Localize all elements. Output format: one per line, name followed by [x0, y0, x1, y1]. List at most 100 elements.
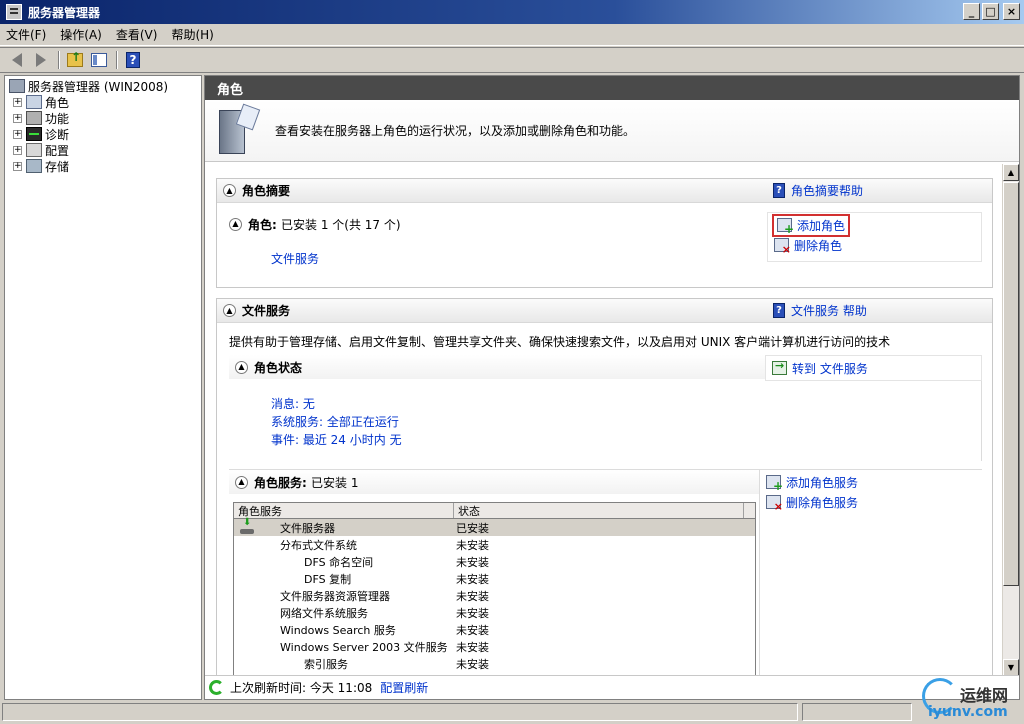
expand-icon[interactable]: +: [13, 129, 22, 139]
list-item[interactable]: DFS 命名空间 未安装: [234, 553, 755, 570]
list-item[interactable]: Windows Search 服务 未安装: [234, 621, 755, 638]
collapse-icon[interactable]: ▲: [235, 475, 248, 489]
file-services-help-link[interactable]: ? 文件服务 帮助: [773, 302, 867, 319]
remove-roles-link[interactable]: 删除角色: [768, 235, 981, 256]
expand-icon[interactable]: +: [13, 113, 22, 123]
installed-role-link-file-services[interactable]: 文件服务: [271, 250, 319, 267]
last-refresh-text: 上次刷新时间: 今天 11:08: [230, 681, 373, 695]
role-service-status: 未安装: [456, 538, 489, 552]
remove-role-service-icon: [766, 495, 783, 513]
collapse-icon[interactable]: ▲: [223, 304, 236, 317]
expand-icon[interactable]: +: [13, 161, 22, 171]
column-header-status[interactable]: 状态: [454, 503, 744, 518]
role-services-subsection: ▲ 角色服务: 已安装 1 添加角色服务 删除角色服务 角色服务: [229, 469, 982, 676]
role-service-name: 分布式文件系统: [280, 538, 357, 552]
menu-action[interactable]: 操作(A): [60, 26, 102, 43]
add-roles-highlight[interactable]: 添加角色: [771, 213, 851, 237]
file-services-section: ▲ 文件服务 ? 文件服务 帮助 提供有助于管理存储、启用文件复制、管理共享文件…: [216, 298, 993, 676]
watermark-cn: 运维网: [960, 686, 1009, 705]
list-rows: 文件服务器已安装分布式文件系统未安装DFS 命名空间未安装DFS 复制未安装文件…: [234, 517, 755, 676]
goto-file-services-link[interactable]: 转到 文件服务: [766, 358, 981, 378]
menu-bar: 文件(F) 操作(A) 查看(V) 帮助(H): [0, 24, 1024, 46]
role-service-name: DFS 复制: [304, 572, 352, 586]
tree-item-configuration[interactable]: + 配置: [5, 142, 201, 158]
add-role-service-icon: [766, 475, 783, 493]
menu-view[interactable]: 查看(V): [116, 26, 158, 43]
collapse-icon[interactable]: ▲: [229, 217, 242, 231]
add-role-services-link[interactable]: 添加角色服务: [760, 472, 982, 493]
list-item[interactable]: 文件服务器资源管理器 未安装: [234, 587, 755, 604]
window-title: 服务器管理器: [28, 5, 101, 20]
role-service-name: Windows Search 服务: [280, 623, 396, 637]
pane-header: 角色: [205, 76, 1019, 100]
menu-file[interactable]: 文件(F): [6, 26, 46, 43]
tree-item-roles[interactable]: + 角色: [5, 93, 201, 111]
back-button[interactable]: [6, 49, 28, 71]
system-services-link[interactable]: 系统服务: 全部正在运行: [271, 413, 399, 430]
show-hide-tree-button[interactable]: [88, 49, 110, 71]
column-header-role-service[interactable]: 角色服务: [234, 503, 454, 518]
help-icon: ?: [126, 52, 140, 68]
tree-item-diagnostics[interactable]: + 诊断: [5, 126, 201, 142]
list-item[interactable]: 文件服务器 已安装: [234, 517, 755, 536]
help-button[interactable]: ?: [122, 49, 144, 71]
remove-role-icon: [774, 238, 791, 256]
title-bar: 服务器管理器 _ □ ×: [0, 0, 1024, 24]
diagnostics-icon: [26, 127, 42, 141]
window-controls: _ □ ×: [963, 3, 1020, 20]
close-button[interactable]: ×: [1003, 3, 1020, 20]
events-link[interactable]: 事件: 最近 24 小时内 无: [271, 431, 402, 448]
file-services-header: ▲ 文件服务 ? 文件服务 帮助: [217, 299, 992, 323]
role-services-list: 角色服务 状态 文件服务器已安装分布式文件系统未安装DFS 命名空间未安装DFS…: [233, 502, 756, 676]
list-item[interactable]: 索引服务 未安装: [234, 655, 755, 672]
watermark-logo: 运维网 iyunv.com: [918, 676, 1022, 722]
tree-item-storage[interactable]: + 存储: [5, 158, 201, 174]
tree-root[interactable]: 服务器管理器 (WIN2008): [5, 78, 201, 94]
folder-up-icon: [67, 50, 83, 67]
scroll-down-button[interactable]: ▼: [1003, 659, 1019, 676]
refresh-icon[interactable]: [209, 680, 224, 695]
pane-scroll-area: ▲ 角色摘要 ? 角色摘要帮助 ▲ 角色: 已安装 1 个(共 17 个) 文件…: [205, 164, 1003, 676]
minimize-button[interactable]: _: [963, 3, 980, 20]
roles-subsection: ▲ 角色: 已安装 1 个(共 17 个) 文件服务 添加角色 删除角色: [223, 212, 982, 276]
role-service-status: 未安装: [456, 640, 489, 654]
menu-help[interactable]: 帮助(H): [171, 26, 213, 43]
scroll-thumb[interactable]: [1003, 182, 1019, 586]
configure-refresh-link[interactable]: 配置刷新: [380, 679, 428, 696]
maximize-button[interactable]: □: [982, 3, 999, 20]
role-service-name: Windows Server 2003 文件服务: [280, 640, 448, 654]
server-roles-icon: [217, 103, 261, 156]
configuration-icon: [26, 143, 42, 157]
toolbar-separator: [116, 51, 118, 69]
forward-button[interactable]: [30, 49, 52, 71]
role-service-name: 文件服务器: [280, 521, 335, 535]
scroll-up-button[interactable]: ▲: [1003, 164, 1019, 181]
list-item[interactable]: Windows Server 2003 文件服务 未安装: [234, 638, 755, 655]
remove-role-services-link[interactable]: 删除角色服务: [760, 492, 982, 513]
role-service-status: 未安装: [456, 606, 489, 620]
watermark-en: iyunv.com: [928, 704, 1008, 720]
help-icon: ?: [773, 303, 785, 318]
goto-icon: [772, 359, 787, 375]
add-roles-link[interactable]: 添加角色: [768, 213, 981, 237]
status-bar: [0, 700, 1024, 724]
messages-link[interactable]: 消息: 无: [271, 395, 315, 412]
storage-icon: [26, 159, 42, 173]
features-icon: [26, 111, 42, 125]
server-icon: [9, 79, 25, 93]
intro-text: 查看安装在服务器上角色的运行状况，以及添加或删除角色和功能。: [275, 124, 636, 138]
file-services-description: 提供有助于管理存储、启用文件复制、管理共享文件夹、确保快速搜索文件，以及启用对 …: [229, 335, 891, 349]
tree-item-features[interactable]: + 功能: [5, 110, 201, 126]
expand-icon[interactable]: +: [13, 145, 22, 155]
vertical-scrollbar[interactable]: ▲ ▼: [1002, 164, 1019, 676]
expand-icon[interactable]: +: [13, 97, 22, 107]
collapse-icon[interactable]: ▲: [235, 360, 248, 374]
status-cell-main: [2, 703, 798, 721]
list-item[interactable]: 分布式文件系统 未安装: [234, 536, 755, 553]
list-item[interactable]: 网络文件系统服务 未安装: [234, 604, 755, 621]
up-level-button[interactable]: [64, 49, 86, 71]
roles-summary-help-link[interactable]: ? 角色摘要帮助: [773, 182, 863, 199]
role-services-title: 角色服务: 已安装 1: [254, 475, 359, 490]
collapse-icon[interactable]: ▲: [223, 184, 236, 197]
list-item[interactable]: DFS 复制 未安装: [234, 570, 755, 587]
